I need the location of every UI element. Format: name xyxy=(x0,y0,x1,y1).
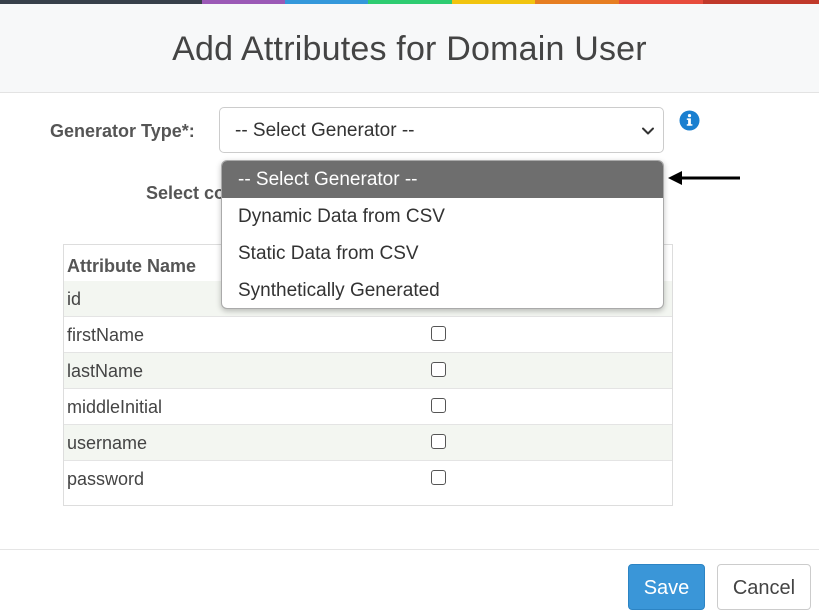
attribute-name-cell: password xyxy=(67,469,145,489)
attribute-checkbox[interactable] xyxy=(431,362,446,377)
attribute-checkbox[interactable] xyxy=(431,326,446,341)
cancel-button[interactable]: Cancel xyxy=(717,564,811,610)
generator-dropdown-list: -- Select Generator -- Dynamic Data from… xyxy=(221,160,664,309)
option-label: -- Select Generator -- xyxy=(238,169,418,190)
option-label: Static Data from CSV xyxy=(238,243,419,264)
dropdown-option-synthetic[interactable]: Synthetically Generated xyxy=(222,272,663,308)
attribute-name-cell: firstName xyxy=(67,325,145,345)
generator-type-select[interactable]: -- Select Generator -- xyxy=(219,107,664,153)
option-label: Dynamic Data from CSV xyxy=(238,206,445,227)
dropdown-option-dynamic-csv[interactable]: Dynamic Data from CSV xyxy=(222,198,663,235)
option-label: Synthetically Generated xyxy=(238,280,440,301)
arrow-left-icon xyxy=(668,171,740,185)
attribute-checkbox[interactable] xyxy=(431,434,446,449)
table-row: middleInitial xyxy=(64,389,672,425)
select-column-label: Select co xyxy=(146,183,226,203)
attribute-name-cell: username xyxy=(67,433,148,453)
attribute-checkbox[interactable] xyxy=(431,470,446,485)
attribute-name-cell: id xyxy=(67,289,82,309)
dropdown-option-static-csv[interactable]: Static Data from CSV xyxy=(222,235,663,272)
modal-header: Add Attributes for Domain User xyxy=(0,4,819,93)
chevron-down-icon xyxy=(642,127,654,135)
save-button[interactable]: Save xyxy=(628,564,705,610)
generator-select-value: -- Select Generator -- xyxy=(235,120,415,141)
info-circle-icon[interactable] xyxy=(679,110,700,131)
dropdown-option-select-generator[interactable]: -- Select Generator -- xyxy=(222,161,663,198)
attribute-name-cell: middleInitial xyxy=(67,397,163,417)
table-row: lastName xyxy=(64,353,672,389)
table-row: firstName xyxy=(64,317,672,353)
column-header-attribute-name: Attribute Name xyxy=(67,256,197,276)
attribute-name-cell: lastName xyxy=(67,361,144,381)
attribute-checkbox[interactable] xyxy=(431,398,446,413)
generator-type-label: Generator Type*: xyxy=(50,121,195,141)
modal-title: Add Attributes for Domain User xyxy=(172,30,647,68)
table-row: password xyxy=(64,461,672,497)
modal-footer: Save Cancel xyxy=(0,549,819,614)
table-row: username xyxy=(64,425,672,461)
